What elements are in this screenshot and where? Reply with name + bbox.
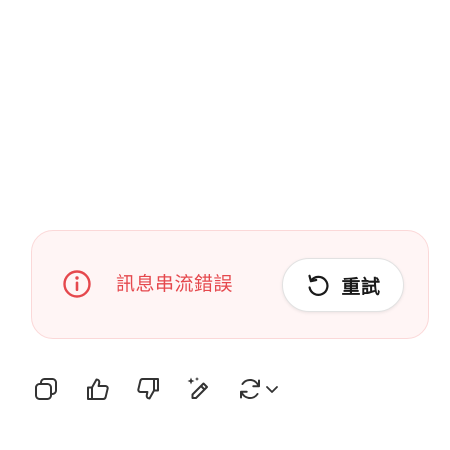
error-message: 訊息串流錯誤	[116, 273, 234, 295]
thumbs-up-icon	[87, 378, 109, 400]
copy-icon	[35, 378, 57, 400]
message-actions-toolbar	[30, 372, 300, 406]
retry-button[interactable]: 重試	[282, 258, 404, 312]
thumbs-down-button[interactable]	[132, 372, 164, 406]
error-banner: 訊息串流錯誤 重試	[31, 230, 429, 339]
retry-label: 重試	[341, 275, 381, 298]
chat-message-area: 訊息串流錯誤 重試	[0, 0, 450, 450]
thumbs-up-button[interactable]	[82, 372, 114, 406]
info-icon	[63, 270, 91, 298]
refresh-icon	[240, 379, 260, 399]
chevron-down-icon	[266, 386, 278, 393]
magic-edit-button[interactable]	[182, 372, 214, 406]
retry-icon	[308, 274, 330, 296]
thumbs-down-icon	[137, 378, 159, 400]
magic-pen-icon	[187, 377, 208, 399]
copy-button[interactable]	[30, 372, 62, 406]
regenerate-button[interactable]	[236, 372, 292, 406]
